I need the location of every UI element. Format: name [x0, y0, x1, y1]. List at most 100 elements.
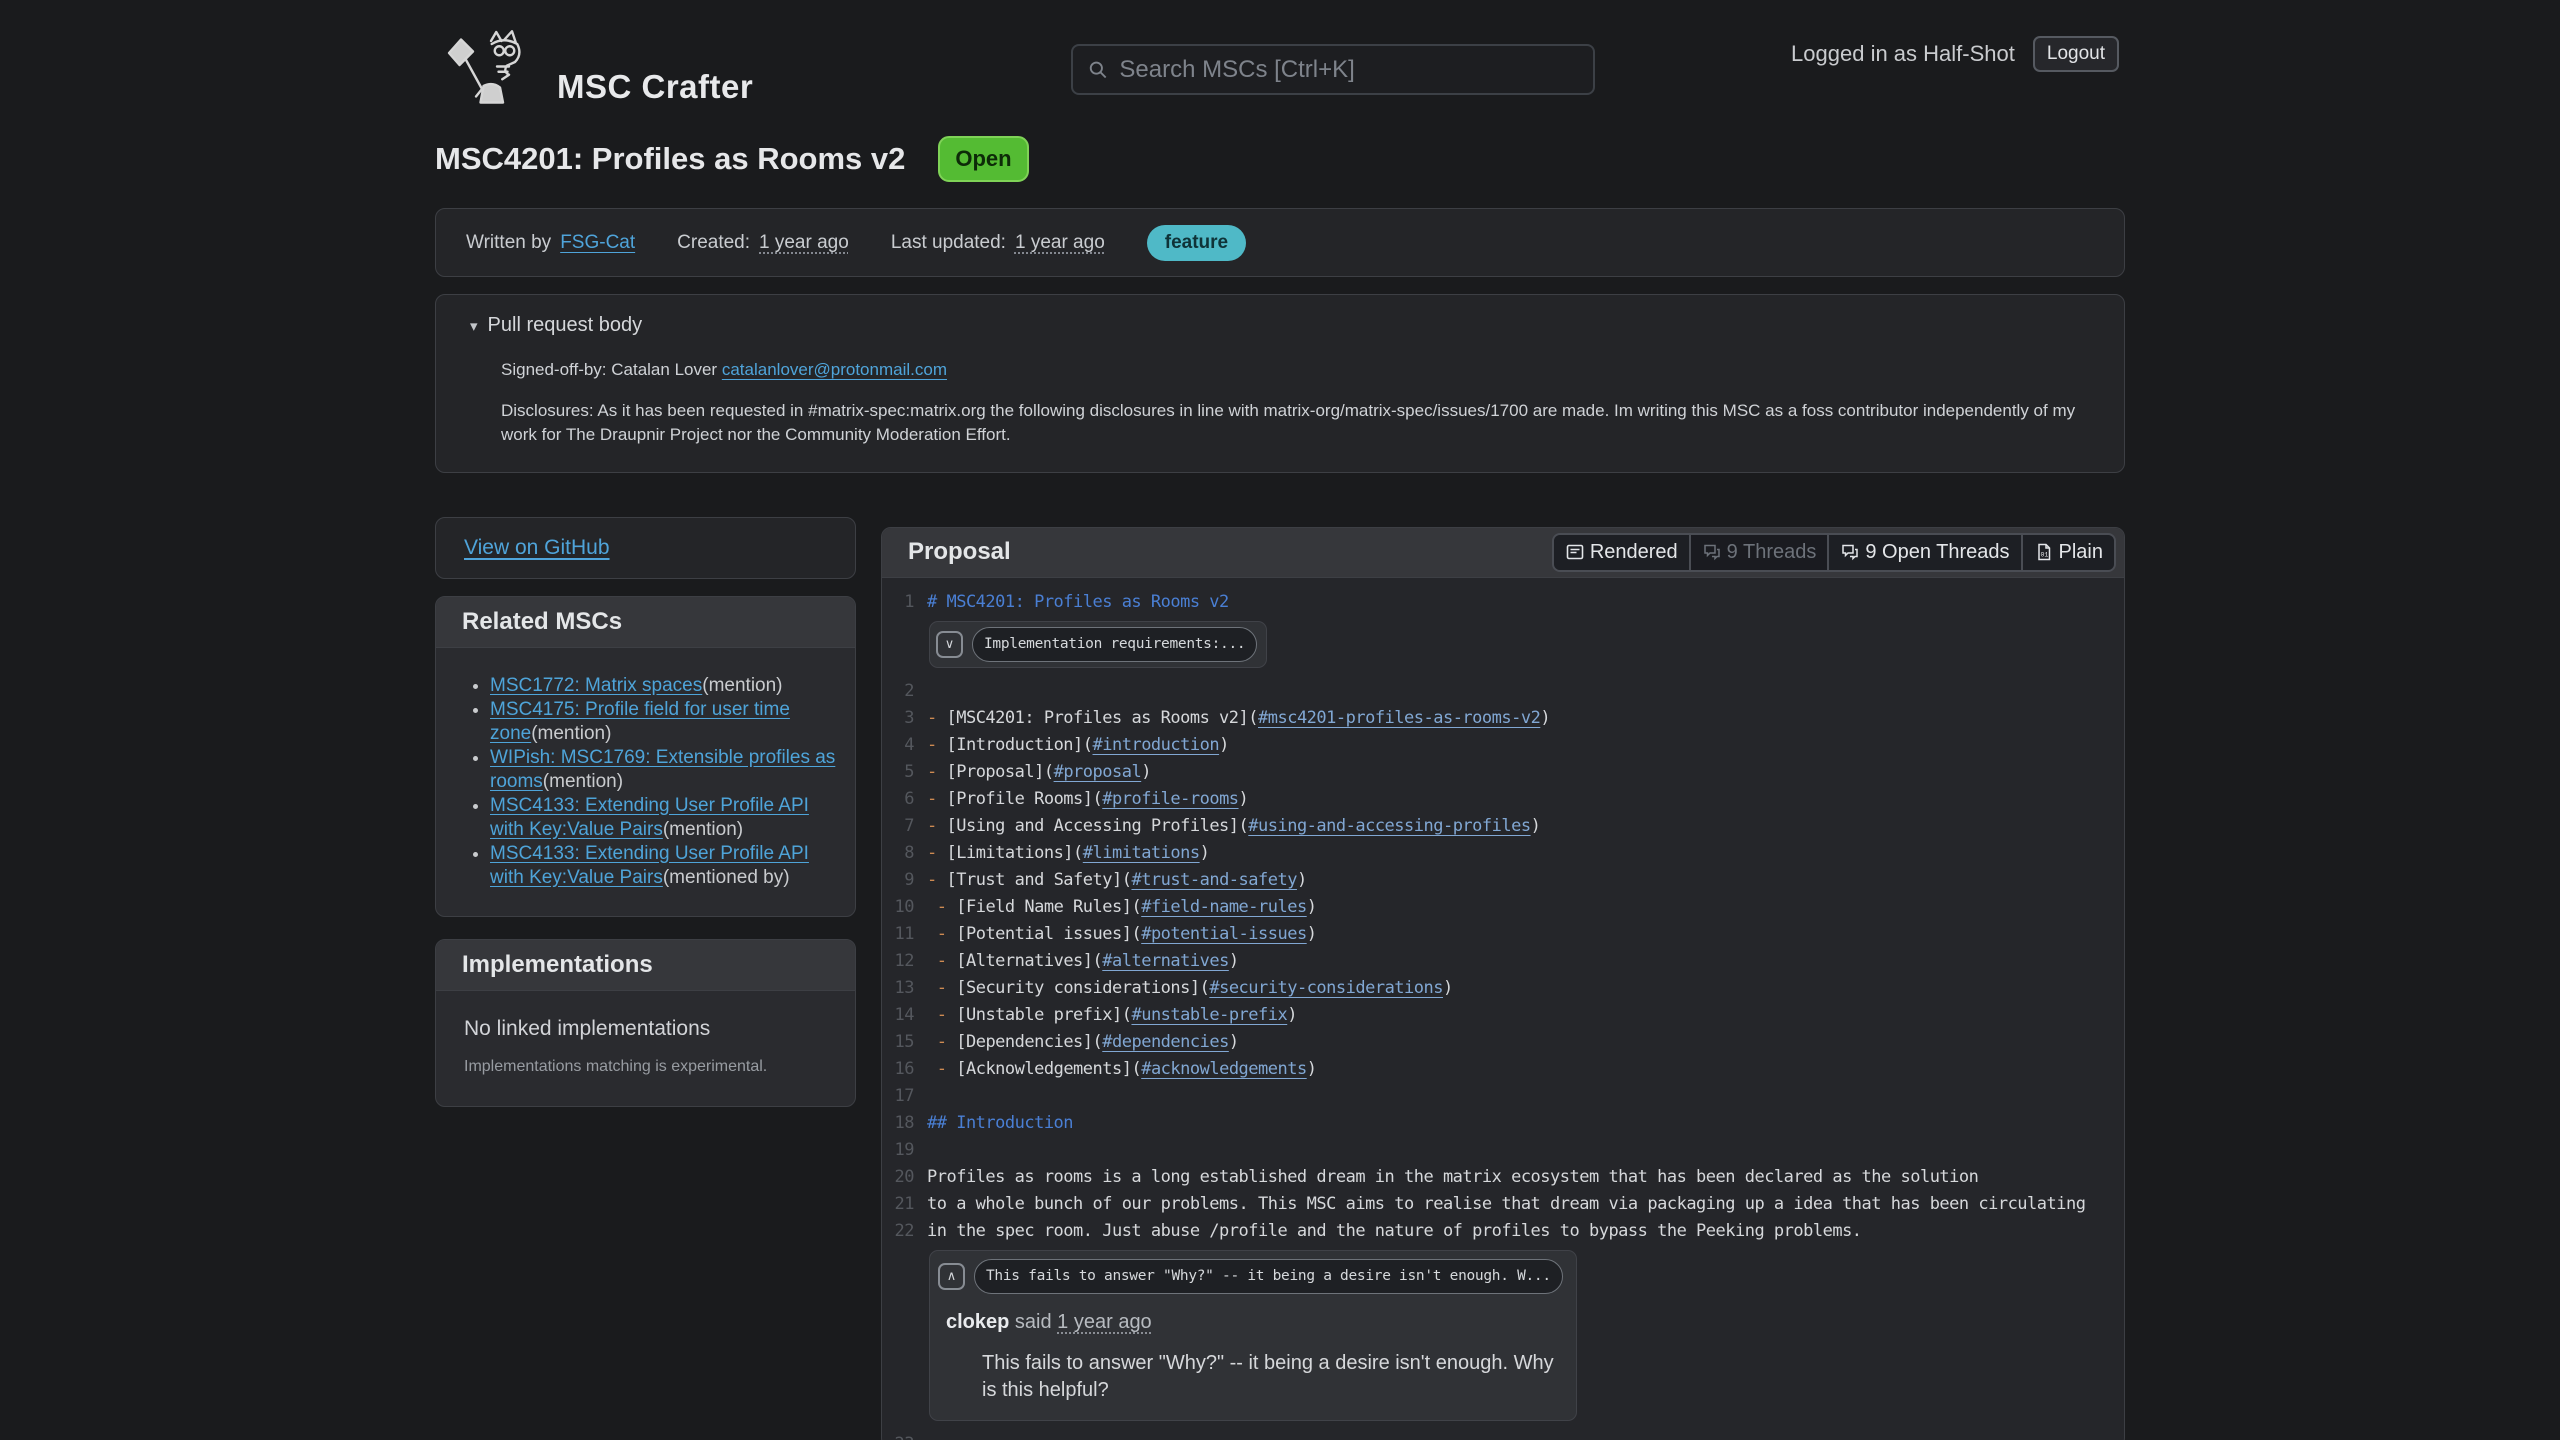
code-anchor-link[interactable]: #field-name-rules — [1141, 897, 1307, 917]
line-number: 3 — [884, 705, 914, 732]
code-line: 12 - [Alternatives](#alternatives) — [884, 948, 2118, 975]
collapse-thread-button[interactable]: ∧ — [938, 1263, 965, 1290]
code-line: 11 - [Potential issues](#potential-issue… — [884, 921, 2118, 948]
code-line: 19 — [884, 1137, 2118, 1164]
related-mscs-list: MSC1772: Matrix spaces(mention)MSC4175: … — [464, 674, 843, 890]
view-button-label: Rendered — [1590, 541, 1678, 564]
written-by-label: Written by — [466, 232, 551, 254]
view-button-9-threads[interactable]: 9 Threads — [1689, 535, 1828, 570]
related-msc-link[interactable]: WIPish: MSC1769: Extensible profiles as … — [490, 747, 835, 792]
code-line: 15 - [Dependencies](#dependencies) — [884, 1029, 2118, 1056]
expand-thread-button[interactable]: ∨ — [936, 631, 963, 658]
comment-meta: clokep said 1 year ago — [946, 1309, 1566, 1336]
pr-disclosures: Disclosures: As it has been requested in… — [501, 399, 2090, 448]
rendered-view-icon — [1565, 542, 1585, 562]
related-msc-item: MSC4133: Extending User Profile API with… — [490, 842, 843, 890]
metadata-bar: Written by FSG-Cat Created: 1 year ago L… — [435, 208, 2125, 277]
line-number: 9 — [884, 867, 914, 894]
code-anchor-link[interactable]: #trust-and-safety — [1131, 870, 1297, 890]
view-button-9-open-threads[interactable]: 9 Open Threads — [1827, 535, 2020, 570]
proposal-title: Proposal — [908, 538, 1011, 566]
related-msc-relation: (mention) — [663, 819, 743, 840]
github-card: View on GitHub — [435, 517, 856, 579]
code-line: 20Profiles as rooms is a long establishe… — [884, 1164, 2118, 1191]
line-number: 14 — [884, 1002, 914, 1029]
code-anchor-link[interactable]: #alternatives — [1102, 951, 1229, 971]
code-line: 13 - [Security considerations](#security… — [884, 975, 2118, 1002]
code-anchor-link[interactable]: #introduction — [1093, 735, 1220, 755]
related-msc-item: WIPish: MSC1769: Extensible profiles as … — [490, 746, 843, 794]
line-number: 19 — [884, 1137, 914, 1164]
line-number: 16 — [884, 1056, 914, 1083]
hammer-head-icon — [449, 40, 473, 66]
implementations-note: Implementations matching is experimental… — [464, 1058, 827, 1076]
signed-off-text: Signed-off-by: Catalan Lover — [501, 360, 717, 379]
code-line: 8- [Limitations](#limitations) — [884, 840, 2118, 867]
search-input[interactable] — [1119, 56, 1579, 84]
code-anchor-link[interactable]: #using-and-accessing-profiles — [1248, 816, 1530, 836]
email-link[interactable]: catalanlover@protonmail.com — [722, 360, 947, 379]
line-number: 22 — [884, 1218, 914, 1245]
line-number: 8 — [884, 840, 914, 867]
threads-icon — [1702, 542, 1722, 562]
pr-body-summary[interactable]: ▾ Pull request body — [470, 314, 2090, 337]
view-button-rendered[interactable]: Rendered — [1554, 535, 1689, 570]
code-anchor-link[interactable]: #proposal — [1054, 762, 1142, 782]
related-msc-item: MSC1772: Matrix spaces(mention) — [490, 674, 843, 698]
related-msc-item: MSC4175: Profile field for user time zon… — [490, 698, 843, 746]
related-msc-relation: (mentioned by) — [663, 867, 790, 888]
code-line: 7- [Using and Accessing Profiles](#using… — [884, 813, 2118, 840]
line-number: 13 — [884, 975, 914, 1002]
svg-text:01: 01 — [2040, 552, 2048, 559]
msc-crafter-logo — [437, 26, 527, 104]
created-label: Created: — [677, 232, 750, 254]
code-line: 14 - [Unstable prefix](#unstable-prefix) — [884, 1002, 2118, 1029]
code-anchor-link[interactable]: #dependencies — [1102, 1032, 1229, 1052]
expanded-thread: ∧ This fails to answer "Why?" -- it being… — [929, 1250, 1577, 1421]
related-msc-item: MSC4133: Extending User Profile API with… — [490, 794, 843, 842]
author-link[interactable]: FSG-Cat — [560, 232, 635, 254]
view-on-github-link[interactable]: View on GitHub — [464, 536, 610, 560]
app-header: MSC Crafter Logged in as Half-Shot Logou… — [435, 0, 2125, 108]
code-line: 9- [Trust and Safety](#trust-and-safety) — [884, 867, 2118, 894]
code-anchor-link[interactable]: #msc4201-profiles-as-rooms-v2 — [1258, 708, 1540, 728]
related-msc-link[interactable]: MSC4133: Extending User Profile API with… — [490, 795, 809, 840]
logout-button[interactable]: Logout — [2033, 36, 2119, 72]
code-line: 2 — [884, 678, 2118, 705]
search-box[interactable] — [1071, 44, 1595, 95]
line-number: 12 — [884, 948, 914, 975]
code-anchor-link[interactable]: #profile-rooms — [1102, 789, 1238, 809]
line-number: 2 — [884, 678, 914, 705]
code-line: 3- [MSC4201: Profiles as Rooms v2](#msc4… — [884, 705, 2118, 732]
comment-author: clokep — [946, 1311, 1009, 1333]
thread-summary-pill[interactable]: Implementation requirements:... — [972, 627, 1257, 662]
code-line: 17 — [884, 1083, 2118, 1110]
view-button-label: Plain — [2059, 541, 2103, 564]
app-title: MSC Crafter — [557, 68, 753, 106]
code-line: 10 - [Field Name Rules](#field-name-rule… — [884, 894, 2118, 921]
updated-label: Last updated: — [891, 232, 1006, 254]
thread-summary-pill[interactable]: This fails to answer "Why?" -- it being … — [974, 1259, 1563, 1294]
code-anchor-link[interactable]: #potential-issues — [1141, 924, 1307, 944]
view-button-label: 9 Open Threads — [1865, 541, 2009, 564]
signed-off-line: Signed-off-by: Catalan Lover catalanlove… — [501, 358, 2090, 383]
code-anchor-link[interactable]: #security-considerations — [1209, 978, 1443, 998]
related-mscs-card: Related MSCs MSC1772: Matrix spaces(ment… — [435, 596, 856, 917]
related-msc-link[interactable]: MSC1772: Matrix spaces — [490, 675, 702, 696]
related-msc-relation: (mention) — [543, 771, 623, 792]
code-lines: 1# MSC4201: Profiles as Rooms v2 ∨ Impleme… — [882, 578, 2124, 1440]
view-button-plain[interactable]: 01 Plain — [2021, 535, 2114, 570]
open-threads-icon — [1840, 542, 1860, 562]
code-anchor-link[interactable]: #acknowledgements — [1141, 1059, 1307, 1079]
code-line: 4- [Introduction](#introduction) — [884, 732, 2118, 759]
code-anchor-link[interactable]: #unstable-prefix — [1131, 1005, 1287, 1025]
implementations-title: Implementations — [436, 940, 855, 991]
line-number: 15 — [884, 1029, 914, 1056]
feature-tag[interactable]: feature — [1147, 225, 1246, 261]
line-number: 5 — [884, 759, 914, 786]
code-line: 1# MSC4201: Profiles as Rooms v2 — [884, 589, 2118, 616]
comment-said-label: said — [1009, 1311, 1057, 1333]
caret-down-icon: ▾ — [470, 317, 478, 335]
related-msc-relation: (mention) — [702, 675, 782, 696]
code-anchor-link[interactable]: #limitations — [1083, 843, 1200, 863]
